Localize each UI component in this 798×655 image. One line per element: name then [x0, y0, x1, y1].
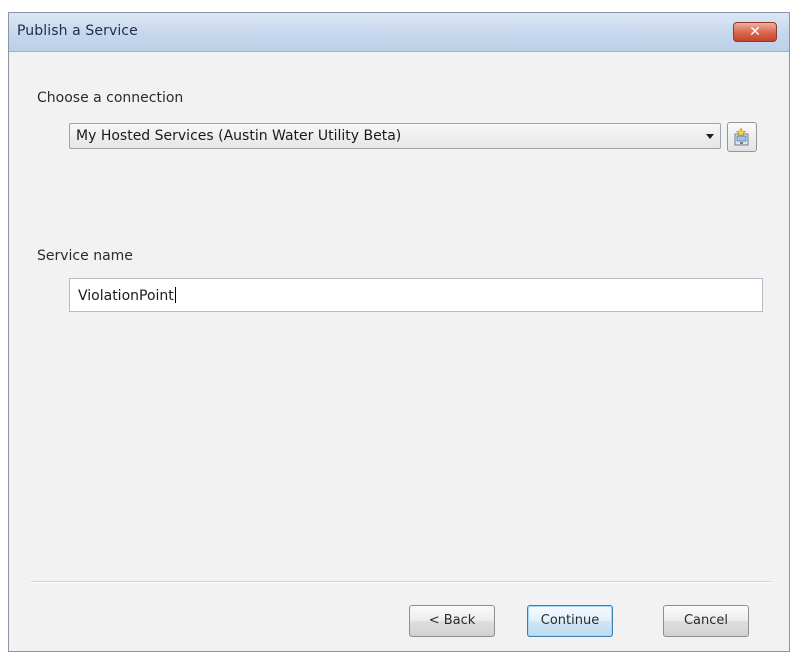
- footer-separator: [31, 581, 771, 583]
- dialog-title: Publish a Service: [17, 23, 138, 39]
- connection-selected-value: My Hosted Services (Austin Water Utility…: [76, 128, 402, 144]
- service-name-value: ViolationPoint: [78, 287, 176, 304]
- service-name-input[interactable]: ViolationPoint: [69, 278, 763, 312]
- service-name-label: Service name: [37, 248, 133, 264]
- text-caret: [174, 287, 176, 303]
- add-connection-button[interactable]: [727, 122, 757, 152]
- close-button[interactable]: ✕: [733, 22, 777, 42]
- chevron-down-icon: [706, 134, 714, 139]
- connection-label: Choose a connection: [37, 90, 184, 106]
- cancel-button[interactable]: Cancel: [663, 605, 749, 637]
- connection-dropdown[interactable]: My Hosted Services (Austin Water Utility…: [69, 123, 721, 149]
- back-button[interactable]: < Back: [409, 605, 495, 637]
- title-bar[interactable]: Publish a Service ✕: [9, 13, 789, 52]
- add-connection-icon: [734, 127, 749, 146]
- close-icon: ✕: [749, 24, 761, 40]
- publish-service-dialog: Publish a Service ✕ Choose a connection …: [8, 12, 790, 652]
- continue-button[interactable]: Continue: [527, 605, 613, 637]
